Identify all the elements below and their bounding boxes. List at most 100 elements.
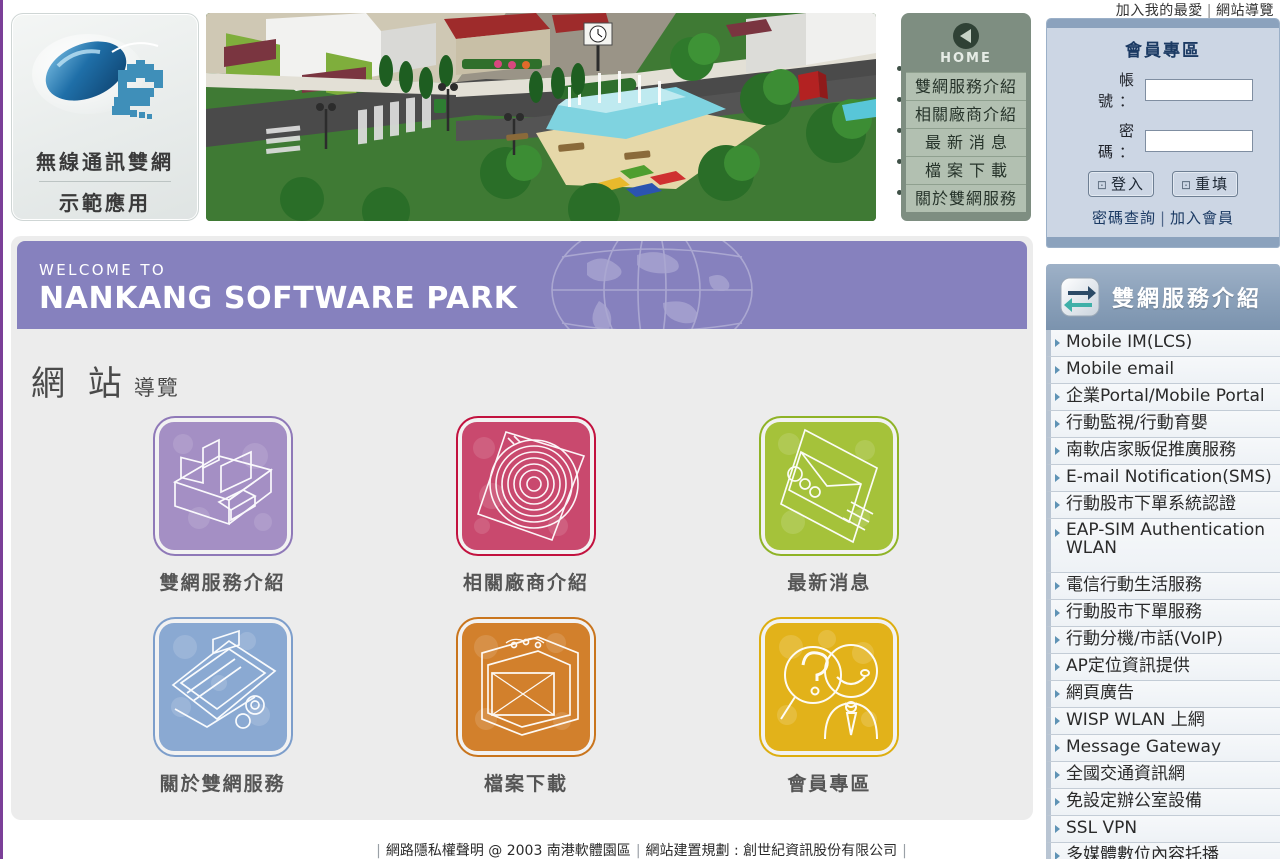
- service-item-label: 多媒體數位內容托播: [1066, 845, 1219, 859]
- tile-services[interactable]: [152, 416, 293, 556]
- service-item-message-gateway[interactable]: Message Gateway: [1046, 735, 1280, 762]
- account-label: 帳 號：: [1097, 71, 1155, 110]
- service-item-stock-trading[interactable]: 行動股市下單服務: [1046, 600, 1280, 627]
- sitemap-tile-grid: 雙網服務介紹 相關廠商介紹 最新消息 關於雙網服務 檔案下載 會員專區: [71, 416, 981, 796]
- toplinks-separator: |: [1206, 3, 1212, 19]
- tile-about[interactable]: [152, 617, 293, 757]
- service-item-multimedia-broadcast[interactable]: 多媒體數位內容托播: [1046, 843, 1280, 859]
- box-download-icon: [473, 633, 579, 736]
- page-title-main: 網 站: [31, 364, 128, 404]
- logo-divider: [39, 181, 171, 182]
- isometric-park-scene: [206, 13, 876, 221]
- tile-vendors[interactable]: [455, 416, 596, 556]
- home-button[interactable]: HOME: [906, 19, 1026, 72]
- tile-news[interactable]: [759, 416, 900, 556]
- chevron-right-icon: [1055, 636, 1060, 644]
- service-item-label: 電信行動生活服務: [1066, 575, 1202, 596]
- footer-bar-mid: |: [635, 843, 641, 859]
- password-input[interactable]: [1145, 130, 1253, 152]
- mobile-message-icon: [778, 428, 879, 544]
- reset-button[interactable]: ⊡ 重填: [1172, 171, 1239, 197]
- tile-cell: 雙網服務介紹: [71, 416, 374, 595]
- service-item-label: 行動分機/市話(VoIP): [1066, 629, 1223, 650]
- sitemap-link[interactable]: 網站導覽: [1216, 3, 1274, 19]
- login-button-label: 登入: [1110, 175, 1145, 193]
- service-item-label: Message Gateway: [1066, 737, 1222, 758]
- vinyl-disc-icon: [472, 431, 586, 542]
- back-arrow-icon: [953, 23, 979, 49]
- service-item-web-ads[interactable]: 網頁廣告: [1046, 681, 1280, 708]
- member-box-title: 會員專區: [1125, 41, 1201, 61]
- tile-inner: [158, 623, 287, 751]
- service-item-email-notification[interactable]: E-mail Notification(SMS): [1046, 465, 1280, 492]
- chevron-right-icon: [1055, 393, 1060, 401]
- tile-label: 相關廠商介紹: [462, 572, 589, 594]
- tile-cell: 檔案下載: [374, 617, 677, 796]
- person-question-icon: [777, 630, 879, 740]
- service-item-label: AP定位資訊提供: [1066, 656, 1190, 677]
- chevron-right-icon: [1055, 825, 1060, 833]
- service-item-stock-auth[interactable]: 行動股市下單系統認證: [1046, 492, 1280, 519]
- tile-label: 雙網服務介紹: [159, 572, 286, 594]
- service-item-label: WISP WLAN 上網: [1066, 710, 1205, 731]
- logo-caption-line2: 示範應用: [59, 191, 151, 215]
- nav-item-news[interactable]: 最新消息: [906, 128, 1026, 156]
- chevron-right-icon: [1055, 529, 1060, 537]
- banner-illustration: [206, 13, 876, 221]
- right-column: 會員專區 帳 號： 密 碼： ⊡ 登入 ⊡ 重填 密碼查詢 | 加入會員 雙網服…: [1046, 18, 1280, 859]
- footer-privacy[interactable]: 網路隱私權聲明 @ 2003 南港軟體園區: [386, 843, 631, 859]
- chevron-right-icon: [1055, 852, 1060, 859]
- tile-cell: 最新消息: [678, 416, 981, 595]
- login-glyph-icon: ⊡: [1096, 178, 1109, 192]
- service-item-mobile-email[interactable]: Mobile email: [1046, 357, 1280, 384]
- nav-item-services[interactable]: 雙網服務介紹: [906, 72, 1026, 100]
- service-item-eap-sim[interactable]: EAP-SIM Authentication WLAN: [1046, 519, 1280, 573]
- service-item-label: Mobile email: [1066, 359, 1175, 380]
- footer-credit[interactable]: 網站建置規劃 : 創世紀資訊股份有限公司: [646, 843, 898, 859]
- service-item-nankang-promo[interactable]: 南軟店家販促推廣服務: [1046, 438, 1280, 465]
- service-item-ap-location[interactable]: AP定位資訊提供: [1046, 654, 1280, 681]
- service-item-traffic-info[interactable]: 全國交通資訊網: [1046, 762, 1280, 789]
- world-map-graphic: [551, 241, 753, 329]
- logo-caption: 無線通訊雙網 示範應用: [12, 146, 198, 216]
- service-item-label: 免設定辦公室設備: [1066, 791, 1202, 812]
- nav-list: 雙網服務介紹 相關廠商介紹 最新消息 檔案下載 關於雙網服務: [906, 72, 1026, 212]
- add-to-favorites-link[interactable]: 加入我的最愛: [1116, 3, 1203, 19]
- service-item-mobile-monitoring[interactable]: 行動監視/行動育嬰: [1046, 411, 1280, 438]
- welcome-text: WELCOME TO NANKANG SOFTWARE PARK: [39, 261, 518, 316]
- tile-downloads[interactable]: [455, 617, 596, 757]
- service-item-label: 南軟店家販促推廣服務: [1066, 440, 1236, 461]
- page-title: 網 站導覽: [31, 356, 180, 405]
- account-row: 帳 號：: [1047, 69, 1279, 111]
- join-member-link[interactable]: 加入會員: [1170, 209, 1234, 227]
- login-button[interactable]: ⊡ 登入: [1087, 171, 1154, 197]
- service-item-label: 行動股市下單服務: [1066, 602, 1202, 623]
- site-logo[interactable]: 無線通訊雙網 示範應用: [11, 13, 199, 221]
- nav-item-about[interactable]: 關於雙網服務: [906, 184, 1026, 212]
- service-item-enterprise-portal[interactable]: 企業Portal/Mobile Portal: [1046, 384, 1280, 411]
- service-item-ssl-vpn[interactable]: SSL VPN: [1046, 816, 1280, 843]
- service-item-voip[interactable]: 行動分機/市話(VoIP): [1046, 627, 1280, 654]
- tile-members[interactable]: [759, 617, 900, 757]
- reset-button-label: 重填: [1195, 175, 1230, 193]
- reset-glyph-icon: ⊡: [1181, 178, 1194, 192]
- service-item-mobile-im[interactable]: Mobile IM(LCS): [1046, 330, 1280, 357]
- service-item-label: SSL VPN: [1066, 818, 1138, 839]
- service-item-label: 行動股市下單系統認證: [1066, 494, 1236, 515]
- nav-item-vendors[interactable]: 相關廠商介紹: [906, 100, 1026, 128]
- service-item-telecom-life[interactable]: 電信行動生活服務: [1046, 573, 1280, 600]
- member-box-bottom-bar: [1047, 237, 1279, 247]
- member-box-top-bar: [1047, 19, 1279, 28]
- circuit-board-icon: [170, 629, 277, 729]
- service-item-label: 全國交通資訊網: [1066, 764, 1185, 785]
- tile-label: 關於雙網服務: [159, 773, 286, 795]
- service-item-wisp-wlan[interactable]: WISP WLAN 上網: [1046, 708, 1280, 735]
- exchange-arrows-icon: [1054, 271, 1106, 323]
- logo-caption-line1: 無線通訊雙網: [36, 150, 174, 174]
- account-input[interactable]: [1145, 79, 1253, 101]
- nav-item-downloads[interactable]: 檔案下載: [906, 156, 1026, 184]
- chevron-right-icon: [1055, 366, 1060, 374]
- forgot-password-link[interactable]: 密碼查詢: [1092, 209, 1156, 227]
- isometric-room-icon: [172, 434, 273, 531]
- service-item-office-equipment[interactable]: 免設定辦公室設備: [1046, 789, 1280, 816]
